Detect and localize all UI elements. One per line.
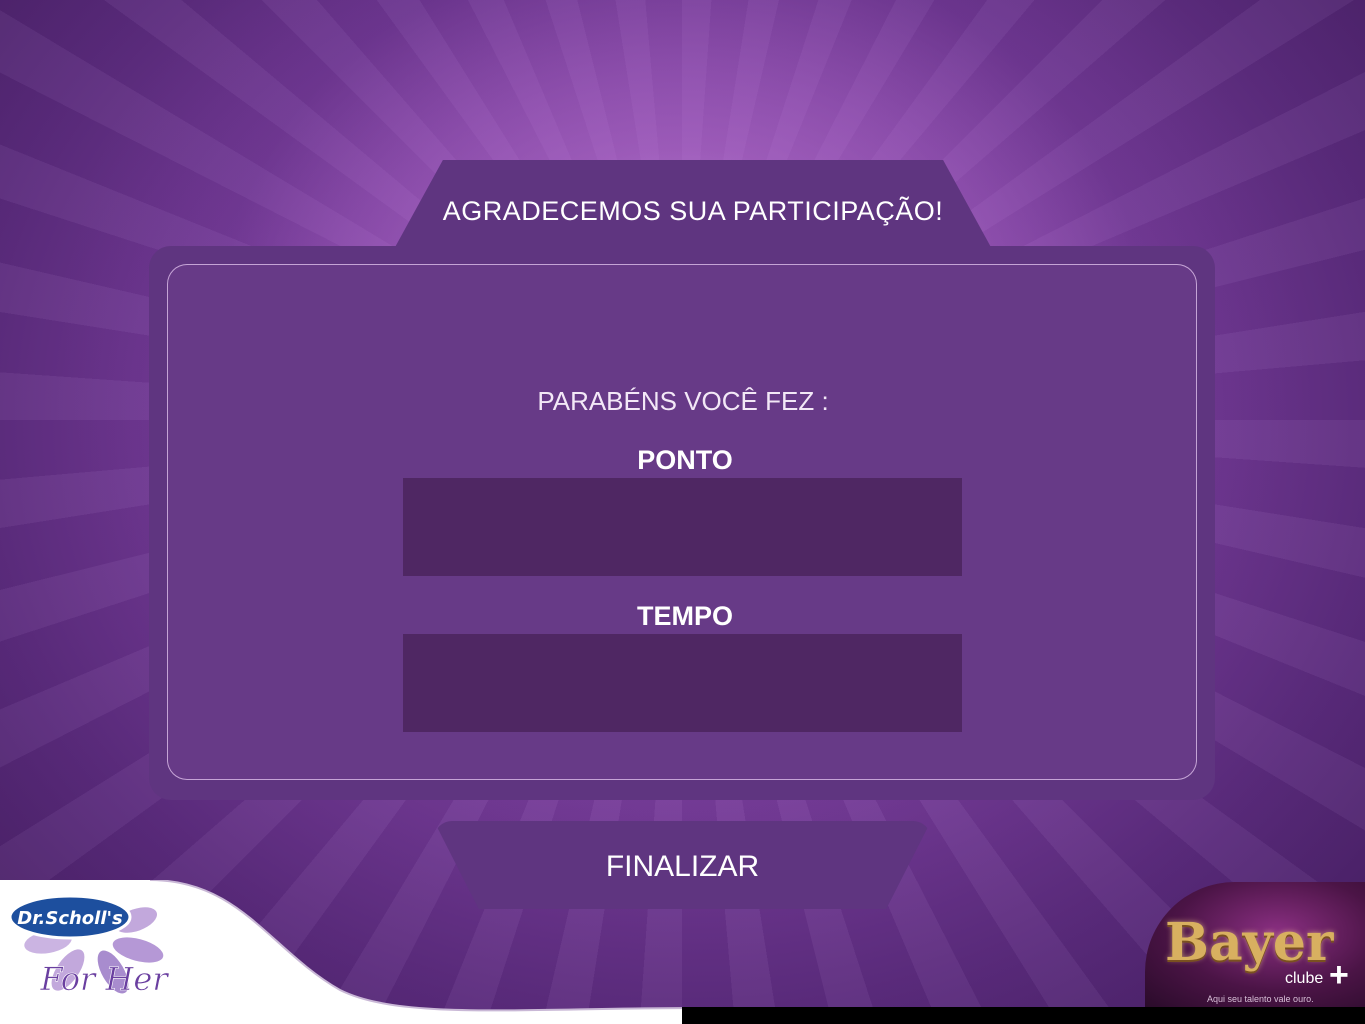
points-label: PONTO <box>637 445 733 475</box>
bayer-logo-tagline: Aqui seu talento vale ouro. <box>1207 994 1314 1004</box>
bottom-black-strip <box>682 1007 1365 1024</box>
points-value-box <box>403 478 962 576</box>
congrats-subtitle: PARABÉNS VOCÊ FEZ : <box>537 386 829 416</box>
svg-text:For Her: For Her <box>39 960 169 998</box>
drscholls-for-her-logo: Dr.Scholl's For Her <box>8 894 170 998</box>
time-label: TEMPO <box>636 601 733 631</box>
page-title: AGRADECEMOS SUA PARTICIPAÇÃO! <box>442 196 944 226</box>
bayer-clube-logo: Bayer clube + Aqui seu talento vale ouro… <box>1145 882 1365 1007</box>
bayer-logo-word: Bayer <box>1165 912 1334 973</box>
svg-text:Dr.Scholl's: Dr.Scholl's <box>17 908 123 929</box>
time-value-box <box>403 634 962 732</box>
bayer-logo-clube: clube <box>1285 970 1324 987</box>
bayer-logo-plus: + <box>1329 956 1349 994</box>
